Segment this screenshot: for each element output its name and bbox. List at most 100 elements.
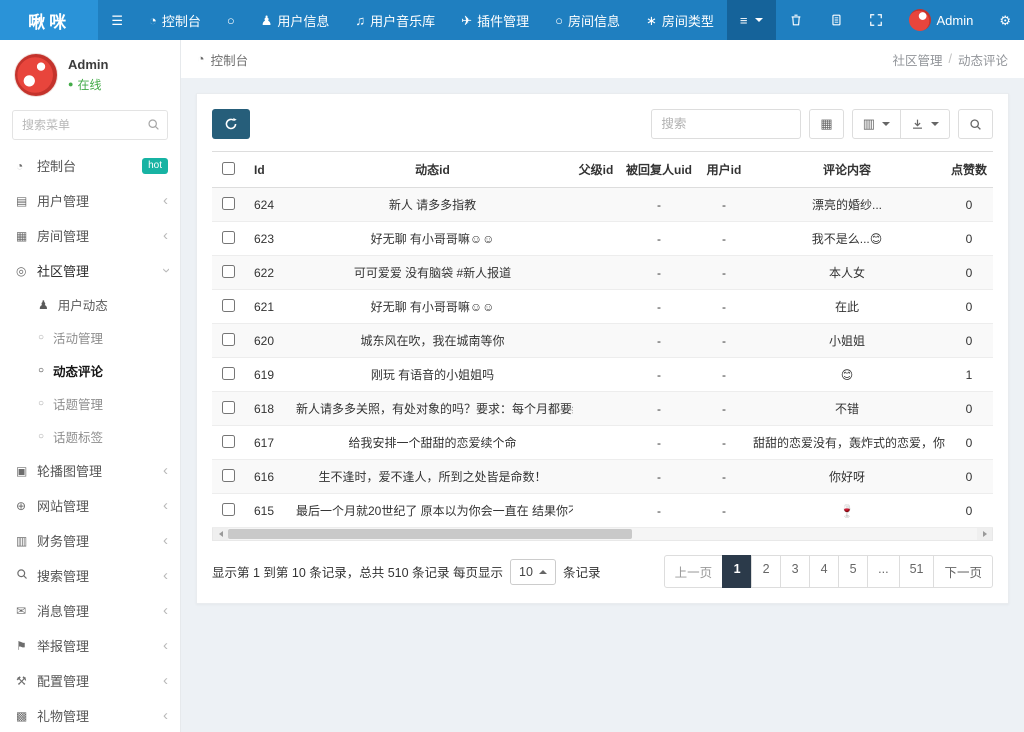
nav-label: 用户音乐库 (370, 11, 435, 30)
cell-comment: 我不是么...😊 (749, 222, 945, 256)
export-icon (911, 118, 924, 131)
scrollbar-thumb[interactable] (228, 529, 632, 539)
column-header-parent-id[interactable]: 父级id (573, 152, 619, 188)
sidebar-item-gifts[interactable]: ▩ 礼物管理 ‹ (0, 698, 180, 732)
admin-menu[interactable]: Admin (896, 0, 986, 40)
profile-name: Admin (68, 57, 108, 72)
menu-search (12, 110, 168, 140)
sidebar-item-finance[interactable]: ▥ 财务管理 ‹ (0, 523, 180, 558)
row-checkbox[interactable] (222, 503, 235, 516)
page-prev[interactable]: 上一页 (664, 555, 724, 588)
sidebar-item-users[interactable]: ▤ 用户管理 ‹ (0, 183, 180, 218)
columns-icon: ▥ (863, 116, 875, 132)
scrollbar-track[interactable] (228, 528, 977, 540)
sidebar-collapse-button[interactable]: ☰ (98, 0, 136, 40)
cell-reply-uid: - (619, 494, 699, 528)
row-checkbox[interactable] (222, 367, 235, 380)
row-checkbox[interactable] (222, 469, 235, 482)
nav-item-user-info[interactable]: ♟ 用户信息 (248, 0, 343, 40)
cell-parent-id (573, 256, 619, 290)
nav-item-room-types[interactable]: ∗ 房间类型 (633, 0, 727, 40)
community-submenu: ♟ 用户动态 ○ 活动管理 ○ 动态评论 ○ 话题管理 ○ 话题标签 (0, 288, 180, 453)
scroll-right-button[interactable] (977, 528, 992, 540)
cell-parent-id (573, 460, 619, 494)
sidebar-subitem-topic-tags[interactable]: ○ 话题标签 (0, 420, 180, 453)
page-5[interactable]: 5 (838, 555, 868, 588)
page-2[interactable]: 2 (751, 555, 781, 588)
cell-post-id: 可可爱爱 没有脑袋 #新人报道 (292, 256, 573, 290)
cell-post-id: 好无聊 有小哥哥嘛☺☺ (292, 290, 573, 324)
column-header-post-id[interactable]: 动态id (292, 152, 573, 188)
fullscreen-button[interactable] (856, 0, 896, 40)
page-next[interactable]: 下一页 (933, 555, 993, 588)
sidebar-item-config[interactable]: ⚒ 配置管理 ‹ (0, 663, 180, 698)
row-checkbox[interactable] (222, 197, 235, 210)
breadcrumb-parent[interactable]: 社区管理 (892, 50, 942, 69)
select-all-checkbox[interactable] (222, 162, 235, 175)
column-header-user-id[interactable]: 用户id (699, 152, 749, 188)
chevron-left-icon: ‹ (163, 638, 168, 653)
scroll-left-button[interactable] (213, 528, 228, 540)
sidebar-item-website[interactable]: ⊕ 网站管理 ‹ (0, 488, 180, 523)
file-button[interactable] (816, 0, 856, 40)
page-3[interactable]: 3 (780, 555, 810, 588)
table-search-input[interactable] (651, 109, 801, 139)
nav-item-circle[interactable]: ○ (214, 0, 248, 40)
sidebar-item-console[interactable]: ◔ 控制台 hot (0, 148, 180, 183)
sidebar-subitem-user-activity[interactable]: ♟ 用户动态 (0, 288, 180, 321)
nav-item-console[interactable]: ◔ 控制台 (136, 0, 214, 40)
column-header-likes[interactable]: 点赞数 (945, 152, 993, 188)
trash-button[interactable] (776, 0, 816, 40)
row-checkbox[interactable] (222, 299, 235, 312)
search-button[interactable] (958, 109, 993, 139)
main-area: ◔ 控制台 社区管理 / 动态评论 ▦ (181, 40, 1024, 732)
cell-likes: 0 (945, 426, 993, 460)
tabs-menu-dropdown[interactable]: ≡ (727, 0, 777, 40)
breadcrumb-separator: / (949, 52, 952, 66)
row-checkbox[interactable] (222, 265, 235, 278)
sidebar-item-reports[interactable]: ⚑ 举报管理 ‹ (0, 628, 180, 663)
page-51[interactable]: 51 (899, 555, 935, 588)
sidebar-item-community[interactable]: ◎ 社区管理 ‹ (0, 253, 180, 288)
sidebar-item-rooms[interactable]: ▦ 房间管理 ‹ (0, 218, 180, 253)
page-4[interactable]: 4 (809, 555, 839, 588)
chevron-left-icon: ‹ (163, 193, 168, 208)
sidebar-menu: ◔ 控制台 hot ▤ 用户管理 ‹ ▦ 房间管理 ‹ ◎ 社区管理 ‹ (0, 148, 180, 732)
dashboard-icon: ◔ (197, 52, 205, 66)
records-info-suffix: 条记录 (563, 562, 601, 581)
cell-user-id: - (699, 324, 749, 358)
circle-icon: ○ (38, 366, 44, 376)
cell-reply-uid: - (619, 392, 699, 426)
sidebar-item-search-mgmt[interactable]: 搜索管理 ‹ (0, 558, 180, 593)
row-checkbox[interactable] (222, 401, 235, 414)
sidebar-subitem-post-comments[interactable]: ○ 动态评论 (0, 354, 180, 387)
sidebar-item-messages[interactable]: ✉ 消息管理 ‹ (0, 593, 180, 628)
columns-button[interactable]: ▥ (852, 109, 901, 139)
nav-item-room-info[interactable]: ○ 房间信息 (542, 0, 633, 40)
nav-label: 插件管理 (477, 11, 529, 30)
row-checkbox[interactable] (222, 333, 235, 346)
nav-item-plugins[interactable]: ✈ 插件管理 (448, 0, 542, 40)
column-header-comment[interactable]: 评论内容 (749, 152, 945, 188)
settings-button[interactable]: ⚙ (986, 0, 1024, 40)
refresh-button[interactable] (212, 109, 250, 139)
sidebar-subitem-activity-mgmt[interactable]: ○ 活动管理 (0, 321, 180, 354)
brand-logo[interactable]: 啾咪 (0, 0, 98, 40)
horizontal-scrollbar[interactable] (212, 528, 993, 541)
toggle-view-button[interactable]: ▦ (809, 109, 843, 139)
cell-likes: 0 (945, 188, 993, 222)
page-size-select[interactable]: 10 (510, 559, 556, 585)
sidebar-subitem-topic-mgmt[interactable]: ○ 话题管理 (0, 387, 180, 420)
row-checkbox[interactable] (222, 231, 235, 244)
page-1[interactable]: 1 (722, 555, 752, 588)
column-header-id[interactable]: Id (244, 152, 292, 188)
breadcrumb-home[interactable]: 控制台 (211, 50, 249, 69)
export-button[interactable] (901, 109, 950, 139)
column-header-reply-uid[interactable]: 被回复人uid (619, 152, 699, 188)
sidebar-item-carousel[interactable]: ▣ 轮播图管理 ‹ (0, 453, 180, 488)
cell-likes: 0 (945, 494, 993, 528)
menu-search-input[interactable] (12, 110, 168, 140)
row-checkbox[interactable] (222, 435, 235, 448)
grid-icon: ▦ (820, 116, 832, 132)
nav-item-user-music[interactable]: ♫ 用户音乐库 (342, 0, 448, 40)
